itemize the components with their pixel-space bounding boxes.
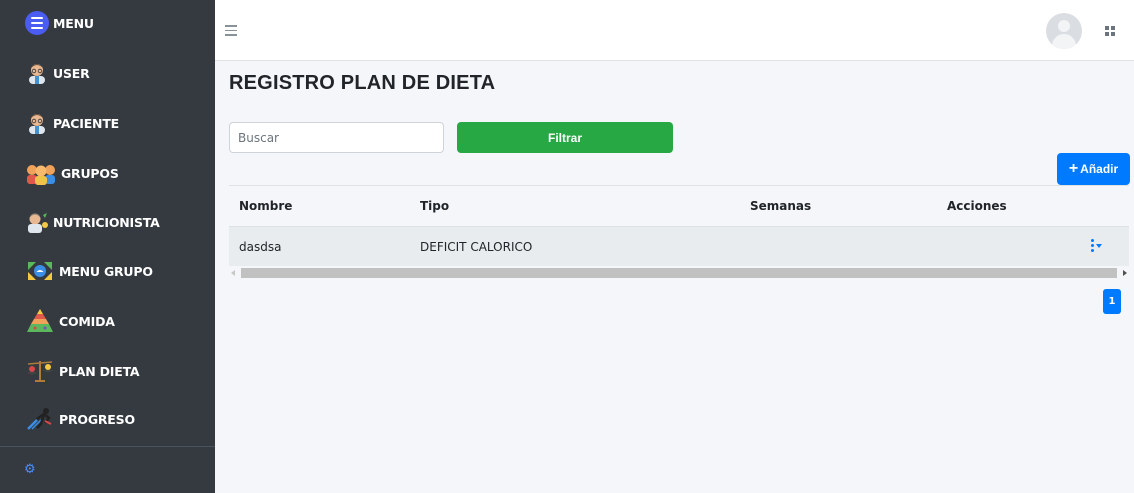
diet-scale-icon [25,359,55,383]
column-header-semanas[interactable]: Semanas [750,199,811,213]
search-input[interactable] [229,122,444,153]
gears-icon[interactable]: ⚙ [24,462,36,477]
column-header-nombre[interactable]: Nombre [239,199,292,213]
sidebar-item-paciente[interactable]: PACIENTE [0,103,215,143]
hamburger-icon[interactable] [225,25,237,39]
pagination-page-1[interactable]: 1 [1103,289,1121,314]
filter-button[interactable]: Filtrar [457,122,673,153]
column-header-tipo[interactable]: Tipo [420,199,449,213]
table-header: Nombre Tipo Semanas Acciones [229,185,1129,226]
sidebar-item-label: COMIDA [59,313,115,329]
nutritionist-icon [25,210,49,234]
sidebar-item-label: USER [53,65,90,81]
menu-group-icon [25,259,55,283]
user-doctor-icon [25,61,49,85]
sidebar-item-progreso[interactable]: PROGRESO [0,399,215,439]
add-button[interactable]: + Añadir [1057,153,1130,185]
sidebar-item-label: GRUPOS [61,165,119,181]
diet-plan-table: Nombre Tipo Semanas Acciones dasdsa DEFI… [229,185,1129,266]
sidebar-item-label: PACIENTE [53,115,119,131]
patient-icon [25,111,49,135]
sidebar-item-comida[interactable]: COMIDA [0,301,215,341]
running-progress-icon [25,407,55,431]
cell-nombre: dasdsa [239,240,282,254]
grid-icon[interactable] [1105,26,1115,36]
cell-tipo: DEFICIT CALORICO [420,240,533,254]
sidebar-divider [0,446,215,447]
sidebar-item-label: PROGRESO [59,411,135,427]
sidebar: MENU USER PACIENTE GRUPOS NUTRICIONISTA … [0,0,215,493]
sidebar-item-label: PLAN DIETA [59,363,140,379]
sidebar-item-menu[interactable]: MENU [0,3,215,43]
sidebar-item-nutricionista[interactable]: NUTRICIONISTA [0,202,215,242]
page-title: REGISTRO PLAN DE DIETA [229,72,496,94]
horizontal-scrollbar[interactable] [229,268,1129,278]
sidebar-item-label: MENU GRUPO [59,263,153,279]
sidebar-item-user[interactable]: USER [0,53,215,93]
table-row[interactable]: dasdsa DEFICIT CALORICO [229,226,1129,266]
sidebar-item-label: NUTRICIONISTA [53,214,160,230]
sidebar-item-grupos[interactable]: GRUPOS [0,153,215,193]
menu-icon [25,11,49,35]
food-pyramid-icon [25,309,55,333]
sidebar-item-plan-dieta[interactable]: PLAN DIETA [0,351,215,391]
sidebar-item-label: MENU [53,15,94,31]
top-navbar [215,0,1134,61]
scrollbar-thumb[interactable] [241,268,1117,278]
group-icon [25,161,57,185]
add-button-label: Añadir [1080,162,1119,176]
sidebar-item-menu-grupo[interactable]: MENU GRUPO [0,251,215,291]
scroll-left-icon[interactable] [231,270,235,276]
plus-icon: + [1068,160,1079,177]
more-vertical-icon[interactable] [1091,239,1102,252]
column-header-acciones[interactable]: Acciones [947,199,1007,213]
scroll-right-icon[interactable] [1123,270,1127,276]
user-avatar[interactable] [1046,13,1082,49]
